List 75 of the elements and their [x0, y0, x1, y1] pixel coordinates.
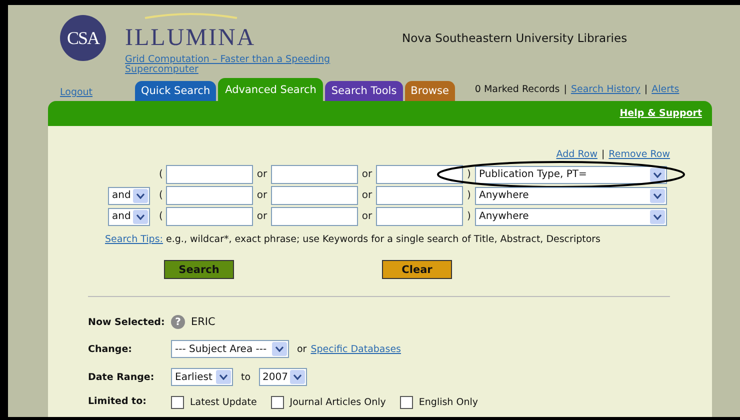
search-tips: Search Tips: e.g., wildcar*, exact phrase; use Keywords for a single search of Title, Abstract, Descriptors — [104, 234, 602, 245]
search-input[interactable] — [166, 207, 253, 226]
header-link[interactable]: Alerts — [652, 84, 680, 95]
or-label: or — [256, 169, 268, 180]
paren: ( — [158, 190, 164, 201]
or-label: or — [297, 344, 307, 354]
search-tips-link[interactable]: Search Tips: — [105, 234, 163, 245]
or-label: or — [360, 190, 374, 201]
paren: ) — [466, 169, 472, 180]
separator: | — [564, 84, 567, 95]
caret-icon — [650, 168, 665, 182]
field-select[interactable]: Publication Type, PT= — [475, 166, 667, 184]
paren: ( — [158, 169, 164, 180]
product-name: ILLUMINA — [125, 25, 257, 51]
paren: ( — [158, 211, 164, 222]
field-select[interactable]: Anywhere — [475, 208, 667, 226]
date-to-select[interactable]: 2007 — [258, 368, 307, 386]
caret-icon — [650, 210, 665, 224]
checkbox[interactable] — [171, 396, 184, 409]
arc-icon — [143, 12, 239, 20]
institution-name: Nova Southeastern University Libraries — [402, 31, 628, 47]
help-icon[interactable]: ? — [171, 315, 185, 329]
search-input[interactable] — [376, 186, 463, 205]
search-input[interactable] — [271, 165, 358, 184]
paren: ) — [466, 190, 472, 201]
caret-icon — [650, 188, 665, 202]
operator-select[interactable]: and — [108, 208, 150, 226]
search-button[interactable]: Search — [164, 260, 234, 279]
field-label: Now Selected: — [88, 316, 166, 328]
separator: | — [644, 84, 648, 95]
search-input[interactable] — [271, 186, 358, 205]
operator-select[interactable]: and — [108, 186, 150, 204]
or-label: or — [360, 169, 374, 180]
logout-link[interactable]: Logout — [60, 87, 93, 98]
search-input[interactable] — [271, 207, 358, 226]
marked-records: 0 Marked Records — [474, 84, 560, 95]
to-label: to — [241, 372, 251, 382]
tab[interactable]: Advanced Search — [218, 78, 324, 101]
or-label: or — [256, 190, 268, 201]
date-from-select[interactable]: Earliest — [171, 368, 233, 386]
search-input[interactable] — [376, 165, 463, 184]
checkbox-label: Latest Update — [190, 397, 257, 408]
remove-row-link[interactable]: Remove Row — [608, 149, 670, 160]
databases-link[interactable]: Specific Databases — [310, 344, 401, 354]
add-row-link[interactable]: Add Row — [556, 149, 598, 160]
or-label: or — [256, 211, 268, 222]
field-select[interactable]: Anywhere — [475, 186, 667, 204]
checkbox-label: Journal Articles Only — [290, 397, 386, 408]
caret-icon — [133, 188, 148, 202]
tab[interactable]: Quick Search — [135, 81, 216, 101]
caret-icon — [290, 370, 305, 384]
checkbox[interactable] — [400, 396, 413, 409]
search-input[interactable] — [376, 207, 463, 226]
search-input[interactable] — [166, 186, 253, 205]
field-label: Change: — [88, 344, 133, 354]
clear-button[interactable]: Clear — [382, 260, 452, 279]
tab[interactable]: Browse — [404, 81, 455, 101]
caret-icon — [216, 370, 231, 384]
paren: ) — [466, 211, 472, 222]
selected-database: ERIC — [191, 316, 216, 328]
checkbox[interactable] — [270, 396, 284, 409]
search-input[interactable] — [166, 165, 253, 184]
separator: | — [601, 149, 605, 160]
field-label: Date Range: — [88, 372, 156, 382]
tab[interactable]: Search Tools — [325, 81, 403, 101]
checkbox-label: English Only — [418, 397, 478, 408]
caret-icon — [272, 342, 287, 356]
caret-icon — [133, 210, 148, 224]
tagline-link[interactable]: Grid Computation – Faster than a Speeding Supercomputer — [125, 55, 365, 75]
subject-select[interactable]: --- Subject Area --- — [171, 340, 289, 358]
header-link[interactable]: Search History — [570, 84, 640, 95]
or-label: or — [360, 211, 374, 222]
field-label: Limited to: — [88, 396, 148, 407]
help-link[interactable]: Help & Support — [620, 108, 702, 119]
logo: CSA — [60, 15, 106, 61]
